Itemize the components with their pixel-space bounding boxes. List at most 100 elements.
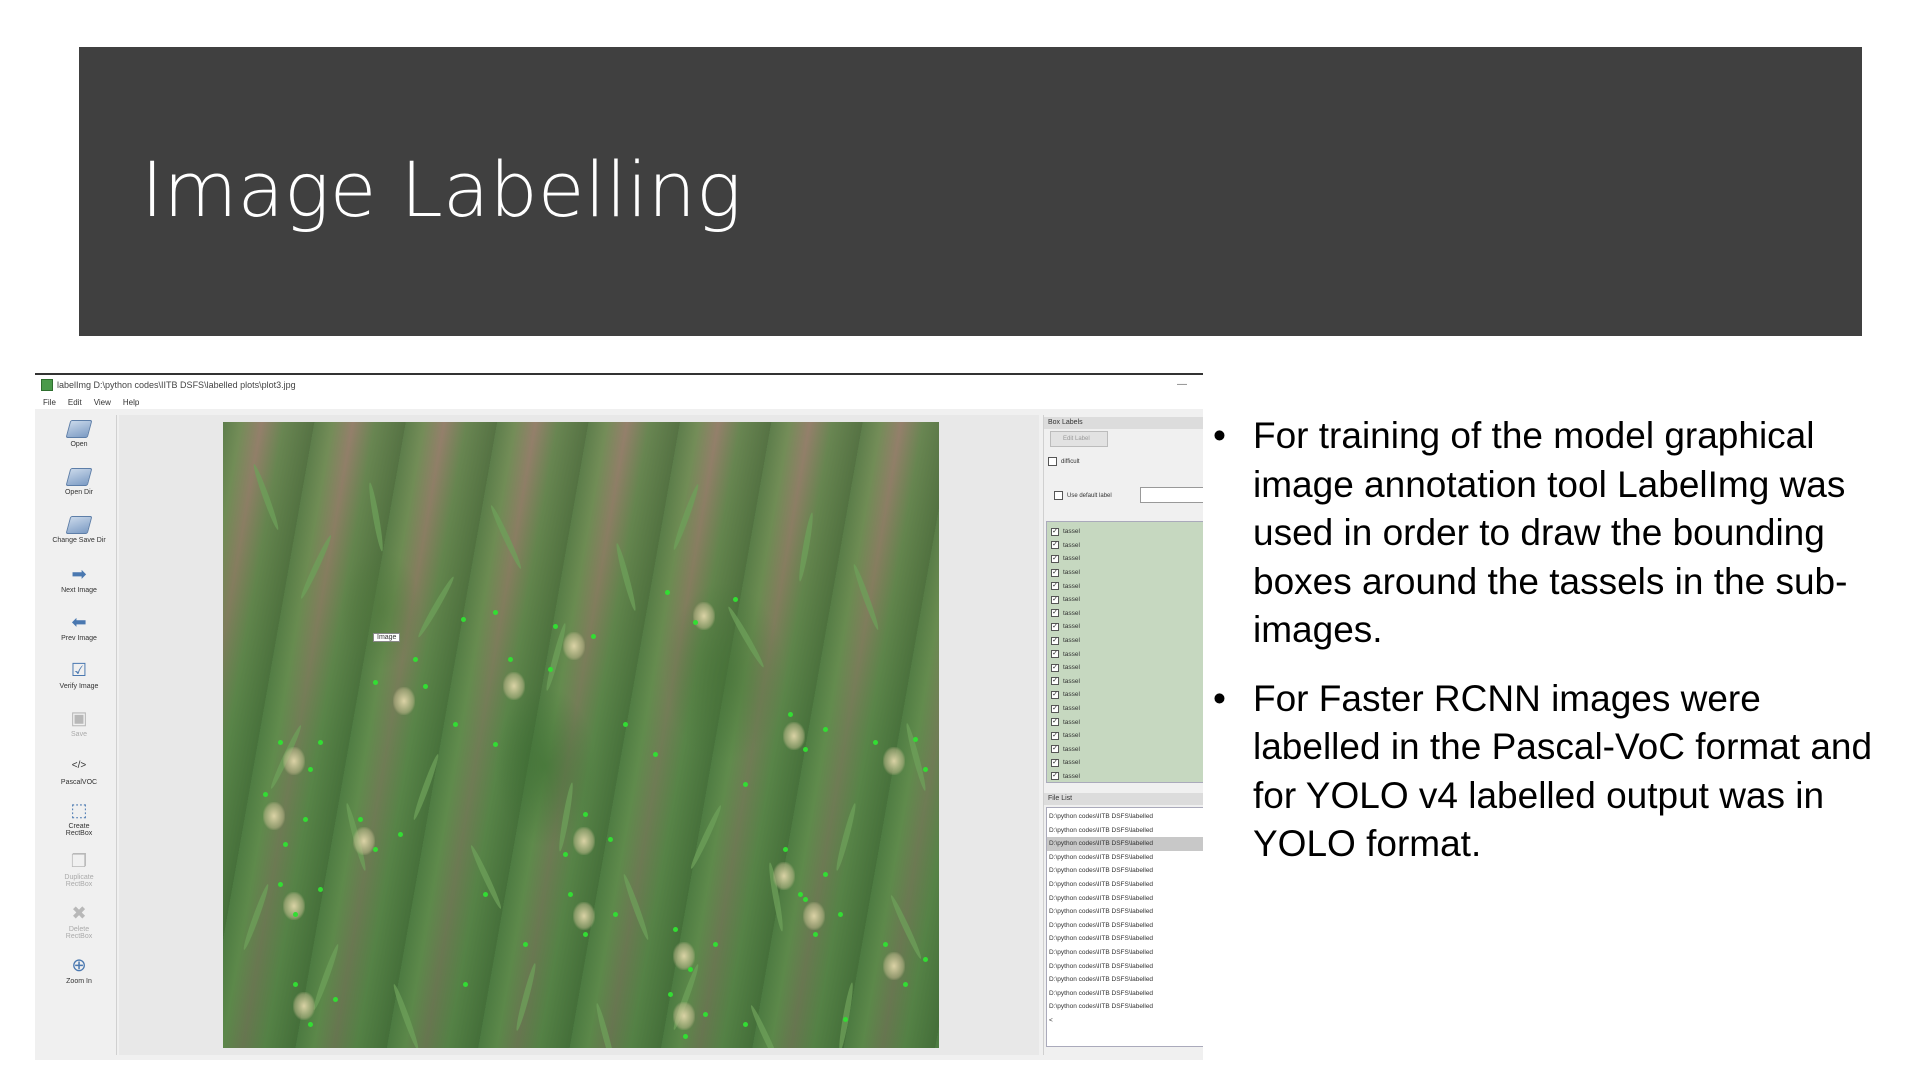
bbox-keypoint[interactable] — [693, 620, 698, 625]
label-visibility-checkbox[interactable]: ✓ — [1051, 541, 1059, 550]
label-list-item[interactable]: ✓ tassel — [1047, 579, 1203, 593]
label-list-item[interactable]: ✓ tassel — [1047, 702, 1203, 716]
bbox-keypoint[interactable] — [308, 1022, 313, 1027]
bbox-keypoint[interactable] — [293, 982, 298, 987]
label-list-item[interactable]: ✓ tassel — [1047, 647, 1203, 661]
file-list-item[interactable]: D:\python codes\IITB DSFS\labelled — [1047, 905, 1203, 919]
label-list-item[interactable]: ✓ tassel — [1047, 607, 1203, 621]
difficult-checkbox-row[interactable]: difficult — [1048, 457, 1080, 466]
bbox-keypoint[interactable] — [733, 597, 738, 602]
toolbar-button-next-image[interactable]: ➡ Next Image — [41, 564, 117, 594]
bbox-keypoint[interactable] — [523, 942, 528, 947]
bbox-keypoint[interactable] — [813, 932, 818, 937]
bbox-keypoint[interactable] — [665, 590, 670, 595]
label-list-item[interactable]: ✓ tassel — [1047, 566, 1203, 580]
bbox-keypoint[interactable] — [843, 1017, 848, 1022]
label-visibility-checkbox[interactable]: ✓ — [1051, 582, 1059, 591]
file-list-item[interactable]: D:\python codes\IITB DSFS\labelled — [1047, 892, 1203, 906]
file-list-item[interactable]: D:\python codes\IITB DSFS\labelled — [1047, 864, 1203, 878]
bbox-keypoint[interactable] — [333, 997, 338, 1002]
file-list-item[interactable]: D:\python codes\IITB DSFS\labelled — [1047, 919, 1203, 933]
bbox-keypoint[interactable] — [563, 852, 568, 857]
label-visibility-checkbox[interactable]: ✓ — [1051, 663, 1059, 672]
bbox-keypoint[interactable] — [263, 792, 268, 797]
use-default-label-checkbox[interactable] — [1054, 491, 1063, 500]
label-list-item[interactable]: ✓ tassel — [1047, 770, 1203, 784]
toolbar-button-change-save-dir[interactable]: Change Save Dir — [41, 516, 117, 544]
difficult-checkbox[interactable] — [1048, 457, 1057, 466]
field-image[interactable] — [223, 422, 939, 1048]
bbox-keypoint[interactable] — [743, 782, 748, 787]
bbox-keypoint[interactable] — [463, 982, 468, 987]
bbox-keypoint[interactable] — [373, 847, 378, 852]
bbox-keypoint[interactable] — [903, 982, 908, 987]
label-visibility-checkbox[interactable]: ✓ — [1051, 527, 1059, 536]
menu-help[interactable]: Help — [123, 398, 139, 407]
label-list-item[interactable]: ✓ tassel — [1047, 593, 1203, 607]
label-list-item[interactable]: ✓ tassel — [1047, 743, 1203, 757]
bbox-keypoint[interactable] — [688, 967, 693, 972]
bbox-keypoint[interactable] — [783, 847, 788, 852]
bbox-keypoint[interactable] — [583, 932, 588, 937]
label-visibility-checkbox[interactable]: ✓ — [1051, 595, 1059, 604]
label-visibility-checkbox[interactable]: ✓ — [1051, 609, 1059, 618]
bbox-keypoint[interactable] — [873, 740, 878, 745]
bbox-keypoint[interactable] — [883, 942, 888, 947]
bbox-keypoint[interactable] — [613, 912, 618, 917]
label-visibility-checkbox[interactable]: ✓ — [1051, 690, 1059, 699]
file-list-item[interactable]: D:\python codes\IITB DSFS\labelled — [1047, 1000, 1203, 1014]
label-visibility-checkbox[interactable]: ✓ — [1051, 745, 1059, 754]
use-default-label-row[interactable]: Use default label — [1054, 491, 1112, 500]
file-list-item[interactable]: D:\python codes\IITB DSFS\labelled — [1047, 851, 1203, 865]
bbox-keypoint[interactable] — [493, 610, 498, 615]
toolbar-button-create-nrectbox[interactable]: ⬚ Create RectBox — [41, 800, 117, 837]
bbox-keypoint[interactable] — [568, 892, 573, 897]
bbox-keypoint[interactable] — [278, 740, 283, 745]
bbox-keypoint[interactable] — [423, 684, 428, 689]
bbox-keypoint[interactable] — [453, 722, 458, 727]
toolbar-button-save[interactable]: ▣ Save — [41, 708, 117, 738]
bbox-keypoint[interactable] — [713, 942, 718, 947]
label-visibility-checkbox[interactable]: ✓ — [1051, 554, 1059, 563]
label-visibility-checkbox[interactable]: ✓ — [1051, 650, 1059, 659]
label-visibility-checkbox[interactable]: ✓ — [1051, 731, 1059, 740]
bbox-keypoint[interactable] — [673, 927, 678, 932]
file-list-item[interactable]: D:\python codes\IITB DSFS\labelled — [1047, 932, 1203, 946]
default-label-input[interactable] — [1140, 487, 1203, 503]
toolbar-button-delete-nrectbox[interactable]: ✖ Delete RectBox — [41, 903, 117, 940]
minimize-button[interactable]: — — [1177, 379, 1187, 390]
file-list[interactable]: D:\python codes\IITB DSFS\labelled D:\pyt… — [1046, 807, 1203, 1047]
bbox-keypoint[interactable] — [413, 657, 418, 662]
label-list-item[interactable]: ✓ tassel — [1047, 729, 1203, 743]
bbox-keypoint[interactable] — [493, 742, 498, 747]
file-list-item[interactable]: D:\python codes\IITB DSFS\labelled — [1047, 878, 1203, 892]
file-list-item[interactable]: D:\python codes\IITB DSFS\labelled — [1047, 810, 1203, 824]
toolbar-button-verify-image[interactable]: ☑ Verify Image — [41, 660, 117, 690]
scroll-left-arrow[interactable]: < — [1047, 1014, 1203, 1028]
label-list-item[interactable]: ✓ tassel — [1047, 756, 1203, 770]
bbox-keypoint[interactable] — [483, 892, 488, 897]
file-list-item[interactable]: D:\python codes\IITB DSFS\labelled — [1047, 946, 1203, 960]
bbox-keypoint[interactable] — [358, 817, 363, 822]
label-list-item[interactable]: ✓ tassel — [1047, 661, 1203, 675]
label-visibility-checkbox[interactable]: ✓ — [1051, 622, 1059, 631]
label-list-item[interactable]: ✓ tassel — [1047, 620, 1203, 634]
label-visibility-checkbox[interactable]: ✓ — [1051, 704, 1059, 713]
label-visibility-checkbox[interactable]: ✓ — [1051, 718, 1059, 727]
label-visibility-checkbox[interactable]: ✓ — [1051, 772, 1059, 781]
bbox-keypoint[interactable] — [548, 667, 553, 672]
toolbar-button-zoom-in[interactable]: ⊕ Zoom In — [41, 955, 117, 985]
bbox-keypoint[interactable] — [703, 1012, 708, 1017]
bbox-keypoint[interactable] — [823, 872, 828, 877]
label-list-item[interactable]: ✓ tassel — [1047, 525, 1203, 539]
bbox-keypoint[interactable] — [923, 767, 928, 772]
label-list-item[interactable]: ✓ tassel — [1047, 675, 1203, 689]
toolbar-button-pascalvoc[interactable]: </> PascalVOC — [41, 756, 117, 786]
bbox-keypoint[interactable] — [743, 1022, 748, 1027]
bbox-keypoint[interactable] — [318, 887, 323, 892]
bbox-keypoint[interactable] — [803, 897, 808, 902]
bbox-keypoint[interactable] — [913, 737, 918, 742]
bbox-keypoint[interactable] — [553, 624, 558, 629]
menu-file[interactable]: File — [43, 398, 56, 407]
bbox-keypoint[interactable] — [293, 912, 298, 917]
